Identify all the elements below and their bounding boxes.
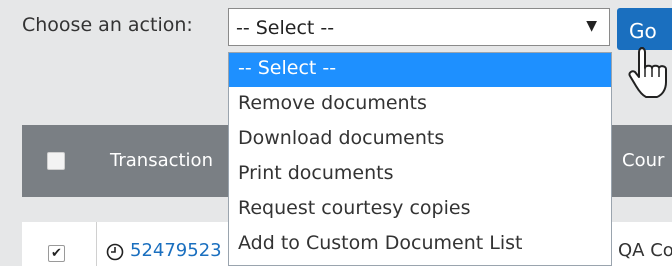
option-select[interactable]: -- Select -- (229, 53, 611, 87)
row-checkbox[interactable]: ✔ (48, 245, 65, 262)
option-print-documents[interactable]: Print documents (229, 158, 611, 192)
header-transaction[interactable]: Transaction (110, 150, 213, 171)
action-select-value: -- Select -- (236, 17, 335, 39)
hand-pointer-icon (628, 47, 667, 98)
option-download-documents[interactable]: Download documents (229, 123, 611, 157)
action-select[interactable]: -- Select -- ▼ (228, 8, 610, 46)
court-cell: QA Co (618, 240, 672, 261)
header-court[interactable]: Cour (622, 150, 664, 171)
option-remove-documents[interactable]: Remove documents (229, 88, 611, 122)
option-add-custom-document-list[interactable]: Add to Custom Document List (229, 228, 611, 262)
option-request-courtesy-copies[interactable]: Request courtesy copies (229, 193, 611, 227)
action-dropdown-list[interactable]: -- Select -- Remove documents Download d… (228, 52, 612, 266)
clock-icon (106, 243, 124, 261)
column-divider (96, 222, 97, 266)
dropdown-arrow-icon: ▼ (586, 18, 597, 34)
select-all-checkbox[interactable] (47, 152, 65, 170)
choose-action-label: Choose an action: (22, 14, 193, 36)
transaction-link[interactable]: 52479523 (130, 240, 222, 261)
